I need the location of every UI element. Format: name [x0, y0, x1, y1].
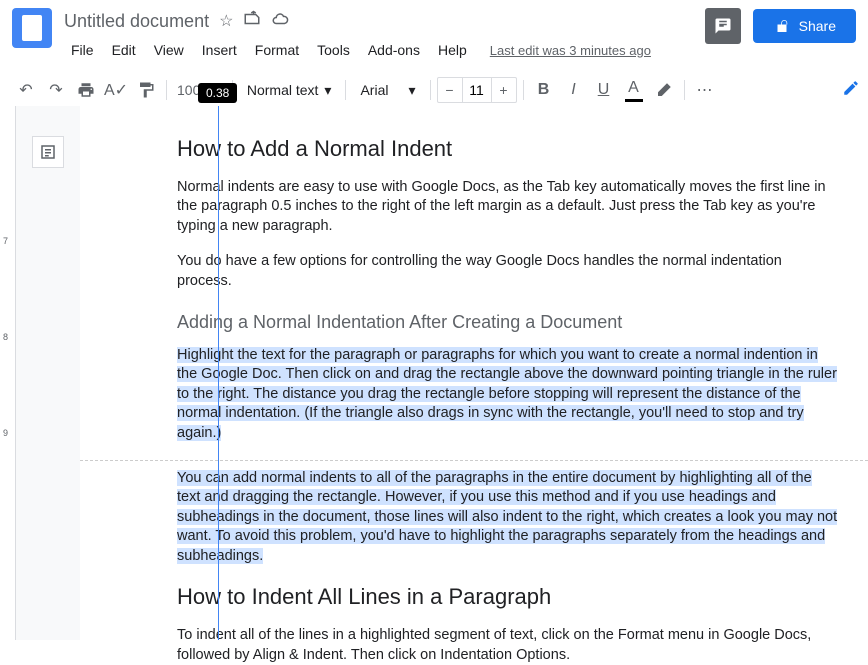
vertical-ruler[interactable]: 7 8 9: [0, 106, 16, 640]
move-icon[interactable]: [243, 10, 261, 33]
italic-button[interactable]: I: [560, 76, 588, 104]
outline-toggle-button[interactable]: [32, 136, 64, 168]
font-size-input[interactable]: 11: [462, 78, 492, 102]
bold-button[interactable]: B: [530, 76, 558, 104]
heading-1: How to Add a Normal Indent: [177, 134, 838, 164]
cloud-status-icon[interactable]: [271, 10, 289, 33]
page-break: [80, 460, 868, 461]
font-size-increase[interactable]: +: [492, 78, 516, 102]
menu-format[interactable]: Format: [248, 38, 306, 62]
heading-1: How to Indent All Lines in a Paragraph: [177, 582, 838, 612]
last-edit-link[interactable]: Last edit was 3 minutes ago: [490, 43, 651, 58]
share-label: Share: [799, 18, 836, 34]
more-tools-button[interactable]: ⋯: [691, 76, 719, 104]
underline-button[interactable]: U: [590, 76, 618, 104]
document-page[interactable]: How to Add a Normal Indent Normal indent…: [80, 106, 868, 640]
style-value: Normal text: [247, 82, 319, 98]
menu-file[interactable]: File: [64, 38, 101, 62]
menu-insert[interactable]: Insert: [195, 38, 244, 62]
paragraph: Highlight the text for the paragraph or …: [177, 346, 838, 444]
paragraph: To indent all of the lines in a highligh…: [177, 626, 838, 665]
document-title[interactable]: Untitled document: [64, 11, 209, 32]
font-select[interactable]: Arial ▾: [352, 82, 423, 99]
print-button[interactable]: [72, 76, 100, 104]
vruler-mark: 8: [3, 332, 8, 342]
editing-mode-button[interactable]: [838, 75, 864, 106]
menu-view[interactable]: View: [147, 38, 191, 62]
menu-addons[interactable]: Add-ons: [361, 38, 427, 62]
paint-format-button[interactable]: [132, 76, 160, 104]
menu-help[interactable]: Help: [431, 38, 474, 62]
font-size-decrease[interactable]: −: [438, 78, 462, 102]
text-color-button[interactable]: A: [620, 76, 648, 104]
docs-logo-icon[interactable]: [12, 8, 52, 48]
paragraph: You can add normal indents to all of the…: [177, 469, 838, 567]
paragraph: Normal indents are easy to use with Goog…: [177, 178, 838, 237]
vruler-mark: 9: [3, 428, 8, 438]
heading-2: Adding a Normal Indentation After Creati…: [177, 310, 838, 334]
share-button[interactable]: Share: [753, 9, 856, 43]
redo-button[interactable]: ↷: [42, 76, 70, 104]
spellcheck-button[interactable]: A✓: [102, 76, 130, 104]
menu-tools[interactable]: Tools: [310, 38, 357, 62]
paragraph-style-select[interactable]: Normal text ▾: [239, 82, 340, 99]
paragraph: You do have a few options for controllin…: [177, 252, 838, 291]
indent-tooltip: 0.38: [198, 83, 237, 103]
highlight-button[interactable]: [650, 76, 678, 104]
comments-button[interactable]: [705, 8, 741, 44]
menu-edit[interactable]: Edit: [105, 38, 143, 62]
star-icon[interactable]: ☆: [219, 11, 233, 31]
vruler-mark: 7: [3, 236, 8, 246]
undo-button[interactable]: ↶: [12, 76, 40, 104]
font-value: Arial: [360, 82, 388, 98]
indent-guide-line: [218, 106, 219, 640]
